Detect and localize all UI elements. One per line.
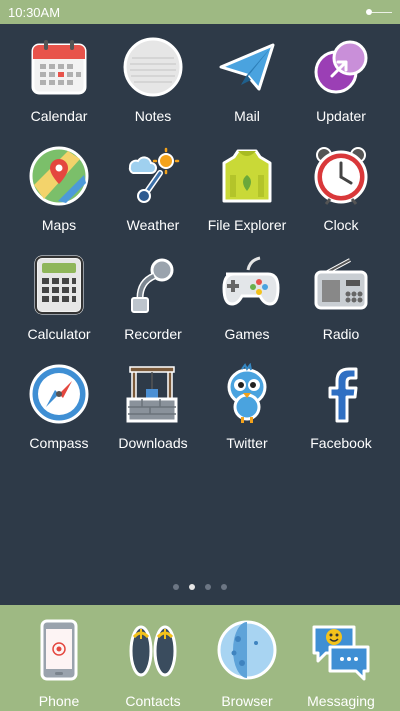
app-twitter[interactable]: Twitter — [200, 361, 294, 459]
app-clock[interactable]: Clock — [294, 143, 388, 241]
app-label: Calculator — [27, 326, 91, 342]
app-games[interactable]: Games — [200, 252, 294, 350]
app-radio[interactable]: Radio — [294, 252, 388, 350]
app-label: Downloads — [118, 435, 188, 451]
app-label: Updater — [316, 108, 366, 124]
status-indicator-icon — [366, 9, 392, 15]
app-notes[interactable]: Notes — [106, 34, 200, 132]
app-mail[interactable]: Mail — [200, 34, 294, 132]
app-downloads[interactable]: Downloads — [106, 361, 200, 459]
compass-icon — [26, 361, 92, 427]
app-facebook[interactable]: Facebook — [294, 361, 388, 459]
dock-phone[interactable]: Phone — [12, 617, 106, 711]
app-compass[interactable]: Compass — [12, 361, 106, 459]
weather-icon — [120, 143, 186, 209]
app-label: Radio — [322, 326, 360, 342]
file-explorer-icon — [214, 143, 280, 209]
facebook-icon — [308, 361, 374, 427]
app-label: Phone — [38, 693, 80, 709]
app-label: Calendar — [30, 108, 88, 124]
notes-icon — [120, 34, 186, 100]
dock-messaging[interactable]: Messaging — [294, 617, 388, 711]
messaging-icon — [308, 617, 374, 683]
app-label: Messaging — [307, 693, 375, 709]
app-recorder[interactable]: Recorder — [106, 252, 200, 350]
recorder-icon — [120, 252, 186, 318]
contacts-icon — [120, 617, 186, 683]
app-label: File Explorer — [207, 217, 287, 233]
app-label: Facebook — [310, 435, 372, 451]
radio-icon — [308, 252, 374, 318]
calculator-icon — [26, 252, 92, 318]
app-maps[interactable]: Maps — [12, 143, 106, 241]
status-time: 10:30AM — [8, 4, 61, 20]
clock-icon — [308, 143, 374, 209]
app-grid: Calendar Notes Mail Updater Maps Weather… — [0, 34, 400, 459]
dock-contacts[interactable]: Contacts — [106, 617, 200, 711]
app-label: Mail — [234, 108, 260, 124]
browser-icon — [214, 617, 280, 683]
app-weather[interactable]: Weather — [106, 143, 200, 241]
app-label: Recorder — [124, 326, 182, 342]
app-label: Weather — [126, 217, 180, 233]
app-label: Contacts — [125, 693, 181, 709]
page-dot-active[interactable] — [189, 584, 195, 590]
maps-icon — [26, 143, 92, 209]
dock: Phone Contacts Browser Messaging — [0, 605, 400, 711]
status-bar: 10:30AM — [0, 0, 400, 24]
app-calendar[interactable]: Calendar — [12, 34, 106, 132]
page-dot[interactable] — [221, 584, 227, 590]
page-dot[interactable] — [205, 584, 211, 590]
page-indicator — [0, 584, 400, 590]
app-label: Notes — [134, 108, 172, 124]
app-calculator[interactable]: Calculator — [12, 252, 106, 350]
app-label: Games — [224, 326, 270, 342]
downloads-icon — [120, 361, 186, 427]
calendar-icon — [26, 34, 92, 100]
phone-icon — [26, 617, 92, 683]
mail-icon — [214, 34, 280, 100]
app-label: Clock — [323, 217, 359, 233]
app-label: Browser — [221, 693, 273, 709]
twitter-bird-icon — [214, 361, 280, 427]
app-label: Compass — [29, 435, 89, 451]
page-dot[interactable] — [173, 584, 179, 590]
app-label: Maps — [41, 217, 77, 233]
app-file-explorer[interactable]: File Explorer — [200, 143, 294, 241]
gamepad-icon — [214, 252, 280, 318]
dock-browser[interactable]: Browser — [200, 617, 294, 711]
app-label: Twitter — [226, 435, 268, 451]
updater-icon — [308, 34, 374, 100]
app-updater[interactable]: Updater — [294, 34, 388, 132]
